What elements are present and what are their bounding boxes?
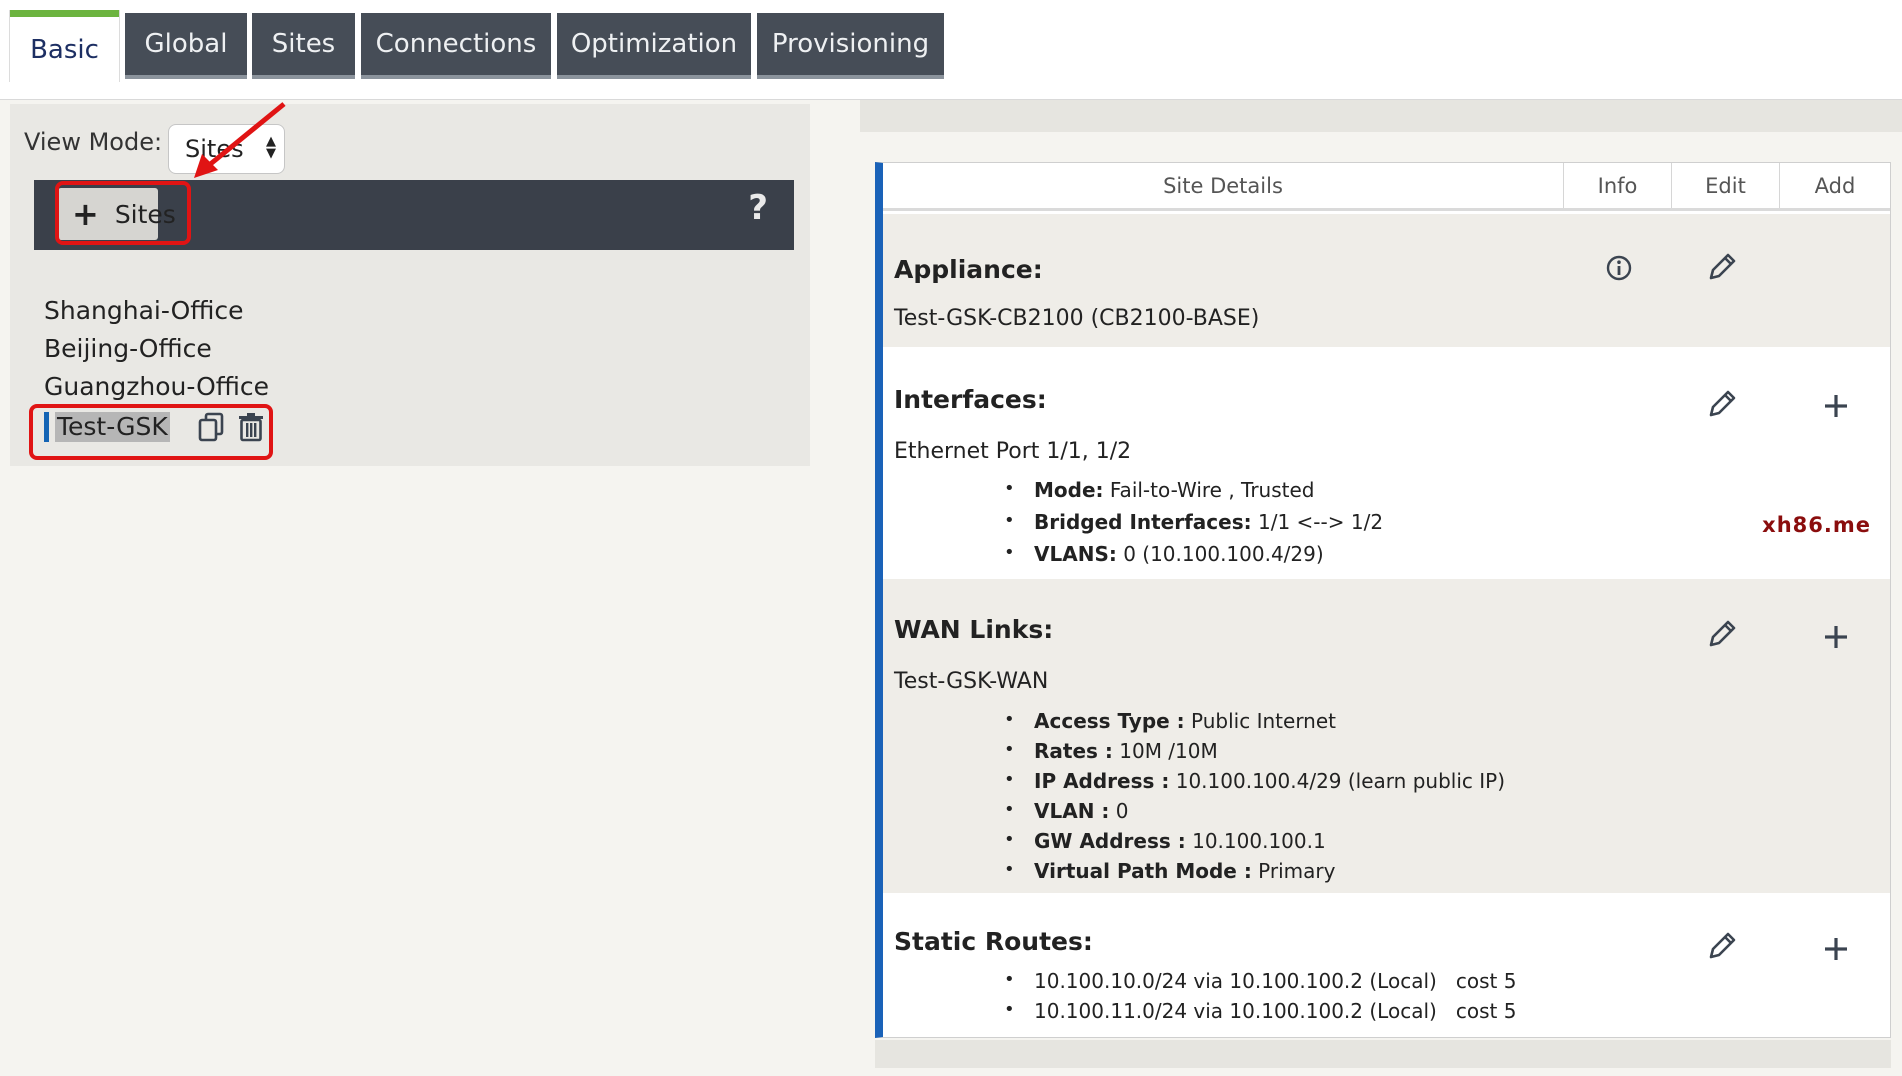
list-item: Mode: Fail-to-Wire , Trusted <box>1004 478 1383 510</box>
plus-icon[interactable] <box>1822 623 1850 651</box>
static-routes-list: 10.100.10.0/24 via 10.100.100.2 (Local) … <box>1004 969 1516 1029</box>
site-item[interactable]: Shanghai-Office <box>44 296 269 334</box>
header-site-details: Site Details <box>883 163 1564 208</box>
static-routes-section: Static Routes: 10.100.10.0/24 via 10.100… <box>883 893 1890 1037</box>
tab-optimization[interactable]: Optimization <box>557 13 751 79</box>
header-add: Add <box>1814 173 1856 198</box>
site-details-panel: Site Details Info Edit Add Appliance: Te… <box>875 162 1891 1038</box>
list-item: GW Address : 10.100.100.1 <box>1004 829 1505 859</box>
wan-link-name: Test-GSK-WAN <box>894 669 1049 694</box>
tab-global[interactable]: Global <box>125 13 247 79</box>
pencil-icon[interactable] <box>1705 250 1739 284</box>
pencil-icon[interactable] <box>1705 617 1739 651</box>
wan-links-title: WAN Links: <box>894 615 1054 644</box>
tab-sites[interactable]: Sites <box>252 13 355 79</box>
details-top-strip <box>860 100 1902 132</box>
list-item: Bridged Interfaces: 1/1 <--> 1/2 <box>1004 510 1383 542</box>
help-icon[interactable]: ? <box>748 188 768 228</box>
plus-icon[interactable] <box>1822 392 1850 420</box>
annotation-box-selected-site <box>29 404 273 460</box>
list-item: 10.100.11.0/24 via 10.100.100.2 (Local) … <box>1004 999 1516 1029</box>
tab-bar: Basic Global Sites Connections Optimizat… <box>0 0 1902 100</box>
pencil-icon[interactable] <box>1705 929 1739 963</box>
plus-icon[interactable] <box>1822 935 1850 963</box>
appliance-section: Appliance: Test-GSK-CB2100 (CB2100-BASE) <box>883 214 1890 347</box>
static-routes-title: Static Routes: <box>894 927 1093 956</box>
interfaces-details: Mode: Fail-to-Wire , Trusted Bridged Int… <box>1004 478 1383 572</box>
site-item[interactable]: Beijing-Office <box>44 334 269 372</box>
interfaces-title: Interfaces: <box>894 385 1047 414</box>
annotation-box-add-site <box>55 181 191 245</box>
view-mode-label: View Mode: <box>24 128 163 156</box>
details-bottom-strip <box>875 1040 1891 1068</box>
interfaces-section: Interfaces: Ethernet Port 1/1, 1/2 Mode:… <box>883 347 1890 579</box>
list-item: VLAN : 0 <box>1004 799 1505 829</box>
header-edit: Edit <box>1672 163 1780 208</box>
details-header: Site Details Info Edit Add <box>883 163 1890 211</box>
list-item: 10.100.10.0/24 via 10.100.100.2 (Local) … <box>1004 969 1516 999</box>
tab-basic[interactable]: Basic <box>10 10 119 82</box>
site-list: Shanghai-Office Beijing-Office Guangzhou… <box>44 296 269 410</box>
list-item: VLANS: 0 (10.100.100.4/29) <box>1004 542 1383 572</box>
tab-provisioning[interactable]: Provisioning <box>757 13 944 79</box>
appliance-value: Test-GSK-CB2100 (CB2100-BASE) <box>894 306 1260 331</box>
list-item: IP Address : 10.100.100.4/29 (learn publ… <box>1004 769 1505 799</box>
tab-connections[interactable]: Connections <box>361 13 551 79</box>
list-item: Virtual Path Mode : Primary <box>1004 859 1505 889</box>
annotation-arrow <box>194 102 286 178</box>
appliance-title: Appliance: <box>894 255 1043 284</box>
watermark-text: xh86.me <box>1762 513 1871 537</box>
wan-links-section: WAN Links: Test-GSK-WAN Access Type : Pu… <box>883 579 1890 893</box>
header-info: Info <box>1564 163 1672 208</box>
wan-link-details: Access Type : Public Internet Rates : 10… <box>1004 709 1505 889</box>
info-icon[interactable] <box>1605 254 1633 282</box>
interfaces-value: Ethernet Port 1/1, 1/2 <box>894 439 1132 464</box>
list-item: Access Type : Public Internet <box>1004 709 1505 739</box>
list-item: Rates : 10M /10M <box>1004 739 1505 769</box>
pencil-icon[interactable] <box>1705 387 1739 421</box>
